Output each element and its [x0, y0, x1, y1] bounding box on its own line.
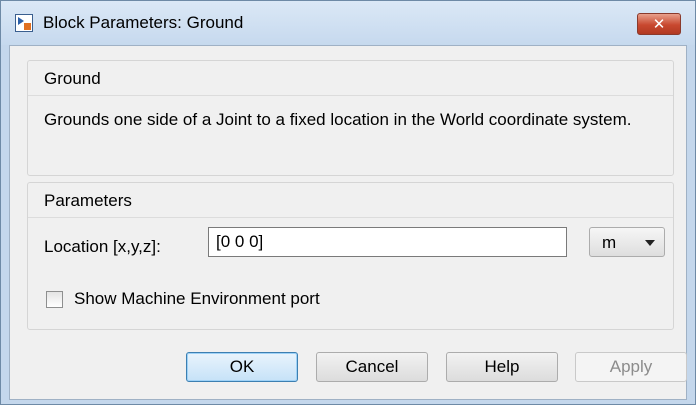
ok-button[interactable]: OK — [186, 352, 298, 382]
divider — [28, 217, 673, 218]
window-title: Block Parameters: Ground — [43, 13, 244, 32]
help-button[interactable]: Help — [446, 352, 558, 382]
dialog-window: Block Parameters: Ground ✕ Ground Ground… — [0, 0, 696, 405]
title-bar: Block Parameters: Ground ✕ — [1, 1, 695, 45]
machine-env-label[interactable]: Show Machine Environment port — [74, 289, 320, 309]
machine-env-checkbox[interactable] — [46, 291, 63, 308]
parameters-group: Parameters Location [x,y,z]: m Show Mach… — [27, 182, 674, 330]
divider — [28, 95, 673, 96]
block-icon — [15, 14, 33, 32]
location-label: Location [x,y,z]: — [44, 237, 161, 256]
unit-dropdown[interactable]: m — [589, 227, 665, 257]
cancel-button[interactable]: Cancel — [316, 352, 428, 382]
dialog-body: Ground Grounds one side of a Joint to a … — [9, 45, 687, 400]
ground-legend: Ground — [42, 69, 103, 89]
close-button[interactable]: ✕ — [637, 13, 681, 35]
parameters-legend: Parameters — [42, 191, 134, 211]
chevron-down-icon — [645, 240, 655, 246]
ground-description: Grounds one side of a Joint to a fixed l… — [44, 110, 632, 129]
apply-button[interactable]: Apply — [575, 352, 687, 382]
ground-group: Ground Grounds one side of a Joint to a … — [27, 60, 674, 176]
unit-value: m — [602, 233, 617, 252]
location-input[interactable] — [208, 227, 567, 257]
